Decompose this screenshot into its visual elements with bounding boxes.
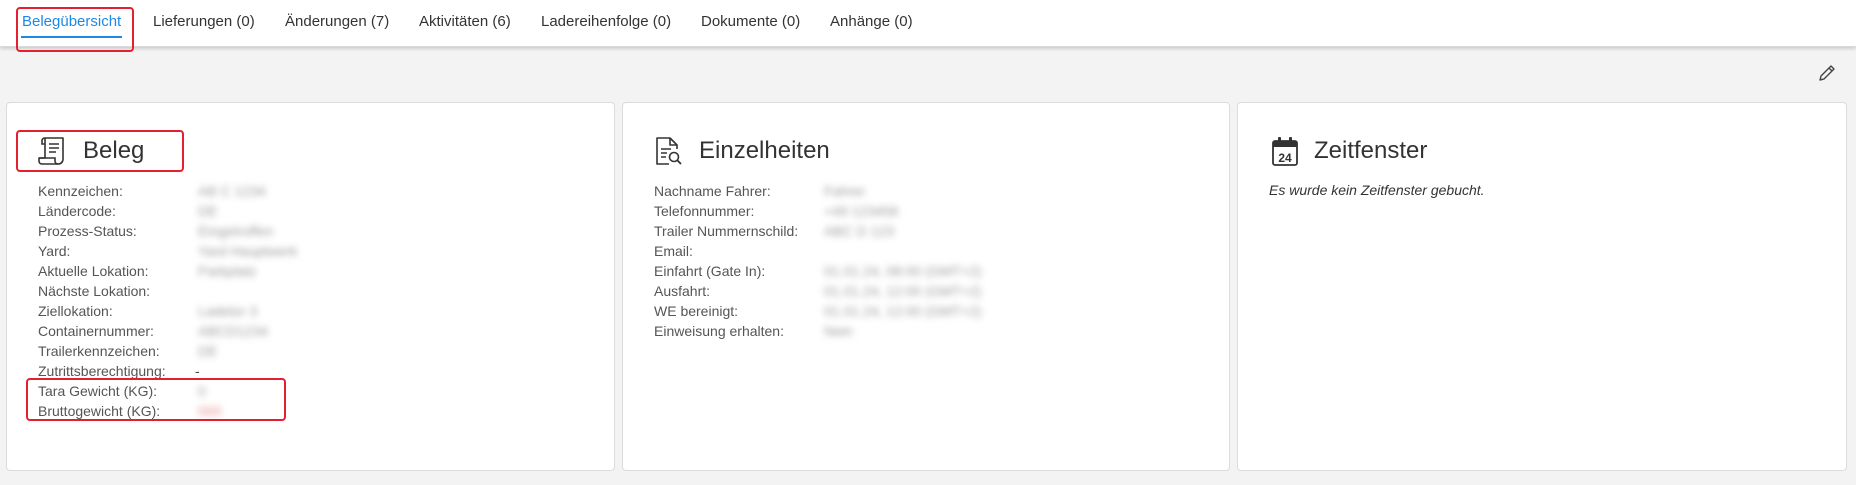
field-value: Parkplatz: [198, 263, 257, 279]
zeitfenster-title: Zeitfenster: [1314, 137, 1428, 164]
einzelheiten-title: Einzelheiten: [699, 137, 830, 164]
field-value: AB C 1234: [198, 183, 266, 199]
field-value: 01.01.24, 12:00 (GMT+2): [824, 283, 982, 299]
field-value: 0: [198, 383, 206, 399]
field-value: ABCD1234: [198, 323, 269, 339]
zeitfenster-empty-note: Es wurde kein Zeitfenster gebucht.: [1269, 182, 1485, 198]
beleg-title: Beleg: [83, 137, 145, 164]
tab-aktivitaeten[interactable]: Aktivitäten (6): [419, 10, 511, 38]
tab-aenderungen[interactable]: Änderungen (7): [285, 10, 389, 38]
einzelheiten-card: Einzelheiten Nachname Fahrer: Fahrer Tele…: [622, 102, 1230, 471]
field-value: ABC D 123: [824, 223, 895, 239]
field-value: Yard Hauptwerk: [198, 243, 298, 259]
calendar-day: 24: [1278, 151, 1292, 165]
tab-anhaenge[interactable]: Anhänge (0): [830, 10, 913, 38]
pencil-icon: [1819, 65, 1835, 81]
zeitfenster-card: 24 Zeitfenster Es wurde kein Zeitfenster…: [1237, 102, 1847, 471]
field-value: DE: [198, 343, 218, 359]
receipt-icon: [38, 137, 64, 165]
tab-beleguebersicht[interactable]: Belegübersicht: [20, 10, 123, 38]
field-value: Eingetroffen: [198, 223, 274, 239]
field-value: +49 123456: [824, 203, 899, 219]
field-value: Ladetor 3: [198, 303, 258, 319]
document-search-icon: [656, 137, 682, 165]
calendar-icon: 24: [1272, 137, 1298, 166]
beleg-card: Beleg Kennzeichen: AB C 1234 Ländercode: D…: [6, 102, 615, 471]
tab-dokumente[interactable]: Dokumente (0): [701, 10, 800, 38]
field-value: Fahrer: [824, 183, 866, 199]
field-value: 000: [198, 403, 222, 419]
edit-button[interactable]: [1816, 62, 1838, 84]
field-value: DE: [198, 203, 218, 219]
field-value: 01.01.24, 12:00 (GMT+2): [824, 303, 982, 319]
tab-lieferungen[interactable]: Lieferungen (0): [153, 10, 255, 38]
field-value: Nein: [824, 323, 853, 339]
field-value: -: [195, 363, 200, 379]
field-value: 01.01.24, 08:00 (GMT+2): [824, 263, 982, 279]
tab-bar: Belegübersicht Lieferungen (0) Änderunge…: [0, 0, 1856, 47]
tab-ladereihenfolge[interactable]: Ladereihenfolge (0): [541, 10, 671, 38]
